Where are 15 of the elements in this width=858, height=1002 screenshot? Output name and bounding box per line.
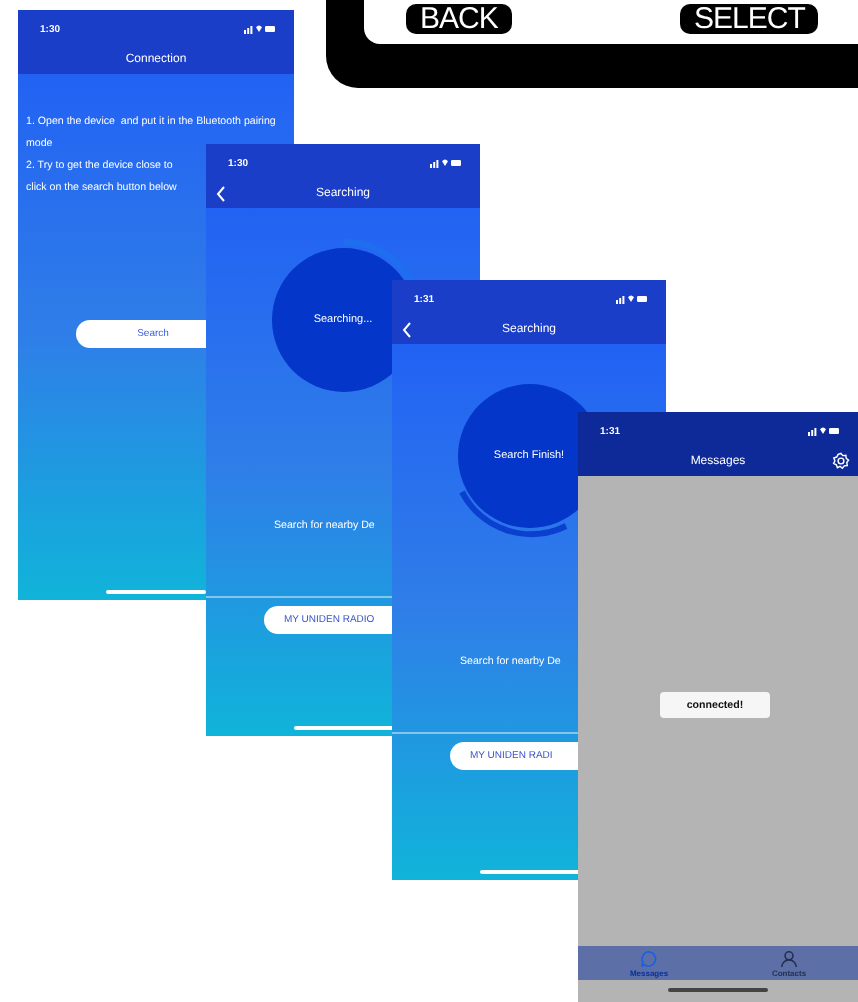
status-icons — [616, 294, 648, 304]
settings-icon[interactable] — [832, 452, 850, 470]
status-icons — [244, 24, 276, 34]
status-icons — [430, 158, 462, 168]
back-icon[interactable] — [402, 322, 412, 338]
soft-key-label: SELECT — [680, 4, 819, 34]
home-indicator — [479, 870, 579, 874]
soft-key-label: BACK — [406, 4, 512, 34]
home-indicator — [293, 726, 393, 730]
home-indicator — [668, 988, 768, 992]
status-icons — [808, 426, 840, 436]
home-indicator — [106, 590, 206, 594]
back-icon[interactable] — [216, 186, 226, 202]
person-icon — [780, 950, 798, 968]
chat-icon — [640, 950, 658, 968]
